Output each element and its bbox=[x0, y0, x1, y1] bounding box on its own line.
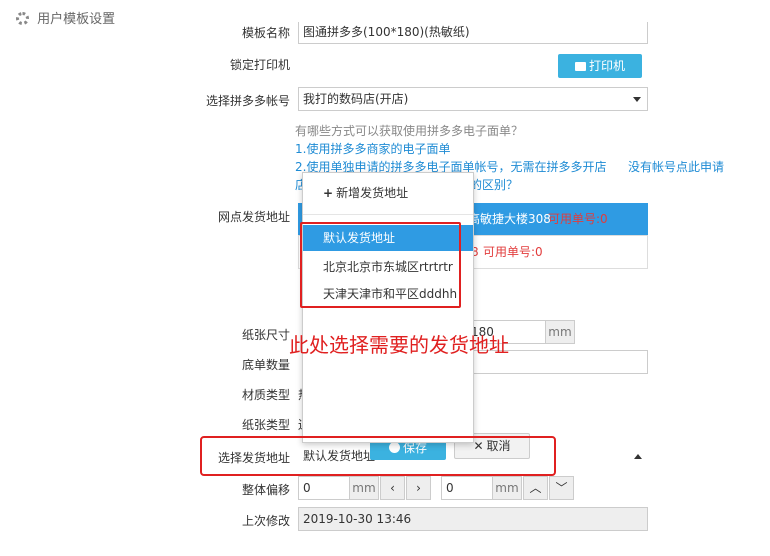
offset-left-button[interactable]: ‹ bbox=[380, 476, 405, 500]
last-modified-field: 2019-10-30 13:46 bbox=[298, 507, 648, 531]
branch-address-label: 网点发货地址 bbox=[217, 210, 290, 224]
material-label: 材质类型 bbox=[241, 388, 290, 402]
help-question: 有哪些方式可以获取使用拼多多电子面单？ bbox=[295, 124, 524, 138]
offset-down-button[interactable]: ﹀ bbox=[549, 476, 574, 500]
annotation-text: 此处选择需要的发货地址 bbox=[289, 333, 509, 357]
offset-y-unit: mm bbox=[492, 476, 522, 500]
base-count-label: 底单数量 bbox=[241, 358, 290, 372]
help-link-diff[interactable]: 的区别？ bbox=[470, 176, 518, 193]
offset-up-button[interactable]: ︿ bbox=[523, 476, 548, 500]
offset-label: 整体偏移 bbox=[241, 483, 290, 497]
offset-right-button[interactable]: › bbox=[406, 476, 431, 500]
help-link-apply[interactable]: 没有帐号点此申请 bbox=[628, 158, 724, 175]
offset-x-unit: mm bbox=[349, 476, 379, 500]
page-header: 用户模板设置 bbox=[16, 10, 115, 30]
annotation-box-ship-address bbox=[200, 436, 556, 476]
template-name-label: 模板名称 bbox=[241, 26, 290, 40]
offset-y-input[interactable]: 0 bbox=[441, 476, 493, 500]
pdd-account-label: 选择拼多多帐号 bbox=[205, 94, 290, 108]
paper-type-label: 纸张类型 bbox=[241, 418, 290, 432]
paper-size-label: 纸张尺寸 bbox=[241, 328, 290, 342]
gear-icon bbox=[16, 12, 29, 25]
page-title: 用户模板设置 bbox=[37, 12, 116, 27]
chevron-down-icon bbox=[633, 97, 641, 102]
paper-unit: mm bbox=[545, 320, 575, 344]
printer-button[interactable]: 打印机 bbox=[558, 54, 642, 78]
plus-icon: + bbox=[323, 186, 334, 200]
last-modified-label: 上次修改 bbox=[241, 514, 290, 528]
annotation-box-dropdown bbox=[300, 222, 461, 308]
pdd-account-select[interactable]: 我打的数码店(开店) bbox=[298, 87, 648, 111]
help-link-merchant[interactable]: 1.使用拼多多商家的电子面单 bbox=[295, 140, 450, 157]
printer-icon bbox=[574, 62, 586, 71]
offset-x-input[interactable]: 0 bbox=[298, 476, 350, 500]
template-name-input[interactable]: 图通拼多多(100*180)(热敏纸) bbox=[298, 22, 648, 44]
chevron-up-icon bbox=[634, 454, 642, 459]
lock-printer-label: 锁定打印机 bbox=[229, 58, 290, 72]
dropdown-divider bbox=[303, 214, 473, 215]
add-address-item[interactable]: + 新增发货地址 bbox=[303, 180, 473, 206]
